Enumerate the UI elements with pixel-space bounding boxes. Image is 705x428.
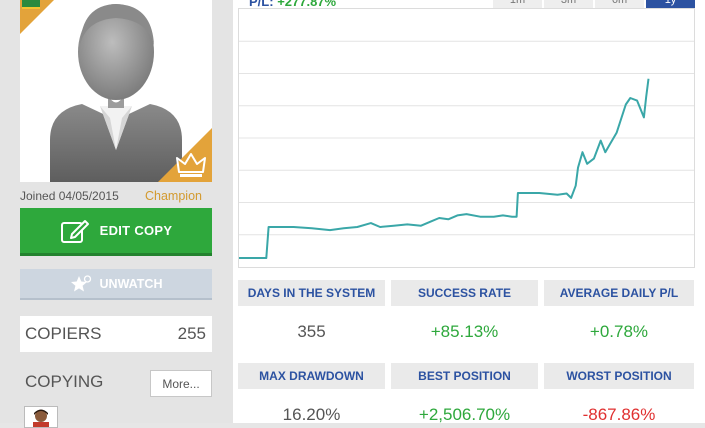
copiers-label: COPIERS xyxy=(25,324,102,343)
tab-3m[interactable]: 3m xyxy=(544,0,593,8)
tab-6m[interactable]: 6m xyxy=(595,0,644,8)
copying-label: COPYING xyxy=(25,372,104,391)
stat-label-days: DAYS IN THE SYSTEM xyxy=(238,280,385,306)
tab-1m[interactable]: 1m xyxy=(493,0,542,8)
stat-label-best: BEST POSITION xyxy=(391,363,538,389)
stat-label-success: SUCCESS RATE xyxy=(391,280,538,306)
stat-value-avg-daily: +0.78% xyxy=(589,322,649,341)
profile-avatar xyxy=(20,0,212,182)
joined-date: Joined 04/05/2015 xyxy=(20,189,119,203)
performance-chart-svg xyxy=(239,40,694,259)
crown-icon xyxy=(176,153,206,177)
flag-icon xyxy=(22,0,40,9)
performance-chart xyxy=(238,8,695,268)
unwatch-button[interactable]: UNWATCH xyxy=(20,269,212,300)
edit-copy-label: EDIT COPY xyxy=(99,223,173,238)
stat-label-drawdown: MAX DRAWDOWN xyxy=(238,363,385,389)
stat-value-days: 355 xyxy=(297,322,326,341)
copiers-stat: COPIERS 255 xyxy=(20,316,212,352)
stat-value-best: +2,506.70% xyxy=(418,405,511,424)
edit-icon xyxy=(60,219,89,243)
edit-copy-button[interactable]: EDIT COPY xyxy=(20,208,212,256)
profile-panel: Joined 04/05/2015 Champion EDIT COPY UNW… xyxy=(0,0,233,428)
user-avatar-icon xyxy=(33,409,49,427)
stat-value-success: +85.13% xyxy=(430,322,499,341)
star-icon xyxy=(70,274,91,291)
more-button[interactable]: More... xyxy=(150,370,212,397)
stat-label-avg-daily: AVERAGE DAILY P/L xyxy=(544,280,694,306)
tab-1y[interactable]: 1y xyxy=(646,0,695,8)
copied-user-avatar[interactable] xyxy=(24,406,58,428)
unwatch-label: UNWATCH xyxy=(99,276,163,291)
stat-value-worst: -867.86% xyxy=(582,405,656,424)
period-tabs: 1m 3m 6m 1y xyxy=(493,0,695,8)
copiers-value: 255 xyxy=(177,324,206,343)
stat-label-worst: WORST POSITION xyxy=(544,363,694,389)
stats-panel: P/L: +277.87% 1m 3m 6m 1y DAYS IN THE SY… xyxy=(233,0,705,424)
level-badge: Champion xyxy=(145,189,202,203)
stat-value-drawdown: 16.20% xyxy=(282,405,341,424)
